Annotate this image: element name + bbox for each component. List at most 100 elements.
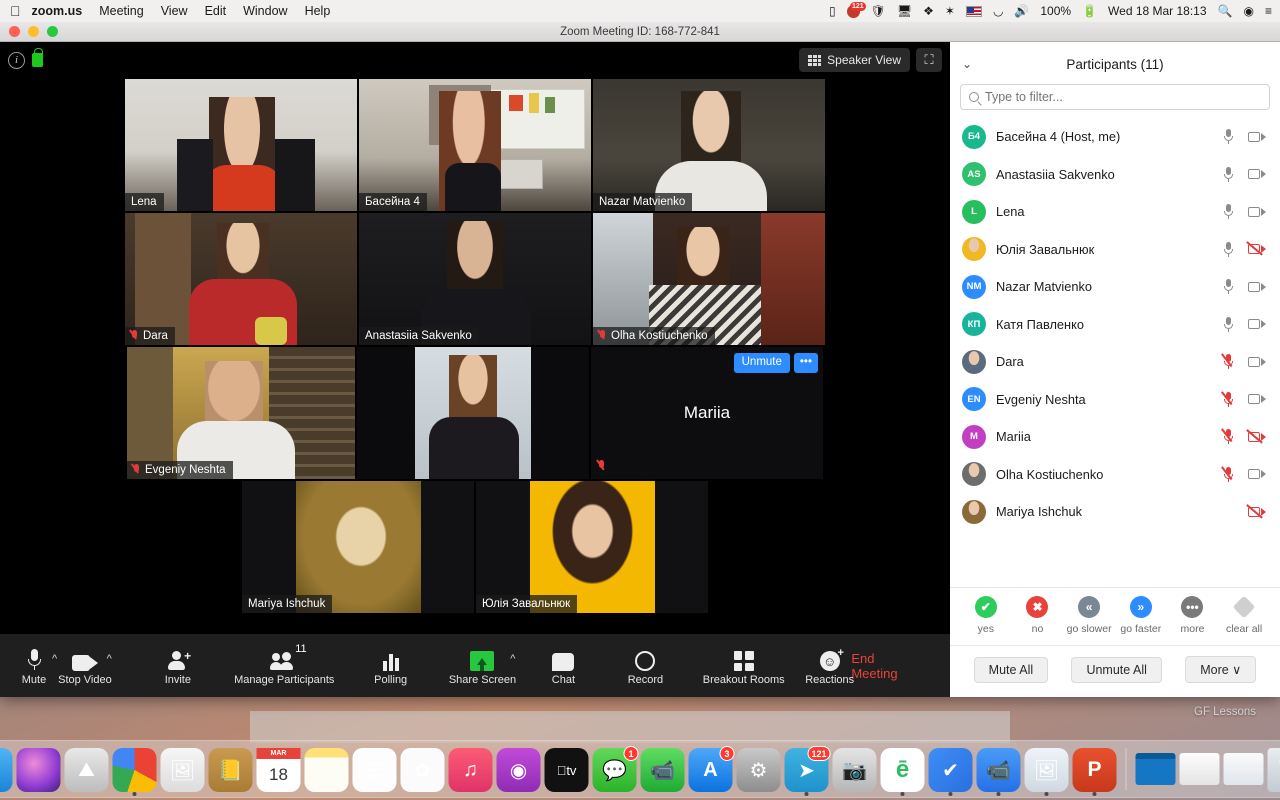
- dock-icon-zoom[interactable]: 📹: [976, 748, 1021, 796]
- camera-icon[interactable]: [1248, 131, 1266, 143]
- menu-item-meeting[interactable]: Meeting: [99, 4, 143, 18]
- end-meeting-button[interactable]: End Meeting: [851, 651, 936, 681]
- dock-icon-photos[interactable]: ✿: [400, 748, 445, 792]
- camera-icon[interactable]: [1248, 206, 1266, 218]
- dock-icon-system-preferences[interactable]: ⚙: [736, 748, 781, 792]
- dock-icon-todoist[interactable]: ✔: [928, 748, 973, 796]
- bluetooth-icon[interactable]: ✶: [945, 4, 955, 18]
- dock-icon-telegram[interactable]: ➤ 121: [784, 746, 831, 796]
- record-toolbar-button[interactable]: Record: [625, 645, 665, 686]
- mic-icon[interactable]: [1223, 279, 1234, 295]
- dock-icon-facetime[interactable]: 📹: [640, 748, 685, 792]
- apple-logo-icon[interactable]: : [10, 4, 21, 18]
- wifi-icon[interactable]: ◡: [993, 4, 1003, 18]
- participant-row[interactable]: NM Nazar Matvienko: [950, 268, 1280, 306]
- shield-icon[interactable]: 🛡: [871, 4, 886, 18]
- breakout-rooms-toolbar-button[interactable]: Breakout Rooms: [703, 645, 785, 686]
- camera-icon[interactable]: [1248, 318, 1266, 330]
- muted-mic-icon[interactable]: [1223, 354, 1234, 370]
- mute-all-button[interactable]: Mute All: [973, 656, 1049, 683]
- dock-icon-chrome[interactable]: [112, 748, 157, 796]
- evernote-menu-icon[interactable]: ❖: [923, 4, 934, 18]
- mic-icon[interactable]: [1223, 129, 1234, 145]
- menu-item-edit[interactable]: Edit: [205, 4, 227, 18]
- participant-row[interactable]: Dara: [950, 343, 1280, 381]
- control-center-icon[interactable]: ≡: [1265, 4, 1272, 18]
- battery-icon[interactable]: 🔋: [1082, 4, 1097, 18]
- video-tile[interactable]: Dara: [125, 213, 357, 345]
- dock-icon-reminders[interactable]: ☰: [352, 748, 397, 792]
- meeting-info-icon[interactable]: i: [8, 51, 25, 69]
- participant-row[interactable]: Б4 Басейна 4 (Host, me): [950, 118, 1280, 156]
- camera-icon[interactable]: [1248, 168, 1266, 180]
- participant-row[interactable]: EN Evgeniy Neshta: [950, 381, 1280, 419]
- camera-icon[interactable]: [1248, 281, 1266, 293]
- menu-item-zoomus[interactable]: zoom.us: [32, 4, 83, 18]
- minimized-window-2[interactable]: [1179, 752, 1220, 785]
- participant-row[interactable]: L Lena: [950, 193, 1280, 231]
- panel-more-button[interactable]: More ∨: [1185, 656, 1257, 683]
- dock-icon-apple-tv[interactable]: tv: [544, 748, 589, 792]
- mic-icon[interactable]: [1223, 241, 1234, 257]
- camera-icon[interactable]: [1248, 393, 1266, 405]
- reaction-yes[interactable]: ✔ yes: [961, 596, 1011, 635]
- muted-mic-icon[interactable]: [1223, 429, 1234, 445]
- video-tile[interactable]: Nazar Matvienko: [593, 79, 825, 211]
- menu-item-window[interactable]: Window: [243, 4, 287, 18]
- dock-icon-app-store[interactable]: A3: [688, 746, 735, 792]
- participant-filter-box[interactable]: [960, 84, 1270, 110]
- telegram-menu-icon[interactable]: 121: [846, 1, 866, 18]
- video-tile-active-speaker[interactable]: Басейна 4: [359, 79, 591, 211]
- video-tile[interactable]: Lena: [125, 79, 357, 211]
- dock-icon-preview-2[interactable]: 🖼: [1024, 748, 1069, 796]
- share-screen-toolbar-button[interactable]: Share Screen: [449, 645, 516, 686]
- menu-item-help[interactable]: Help: [305, 4, 331, 18]
- video-tile-name-only[interactable]: Mariia Unmute •••: [591, 347, 823, 479]
- reaction-no[interactable]: ✖ no: [1012, 596, 1062, 635]
- camera-off-icon[interactable]: [1248, 243, 1266, 255]
- tile-more-button[interactable]: •••: [793, 353, 818, 373]
- mute-toolbar-button[interactable]: Mute: [14, 645, 54, 686]
- muted-mic-icon[interactable]: [1223, 391, 1234, 407]
- display-icon[interactable]: 🖥: [897, 4, 912, 18]
- invite-toolbar-button[interactable]: + Invite: [158, 645, 198, 686]
- unmute-all-button[interactable]: Unmute All: [1071, 656, 1162, 683]
- reaction-more[interactable]: ••• more: [1167, 596, 1217, 635]
- participant-row[interactable]: AS Anastasiia Sakvenko: [950, 156, 1280, 194]
- polling-toolbar-button[interactable]: Polling: [371, 645, 411, 686]
- reactions-toolbar-button[interactable]: ☺ + Reactions: [805, 645, 854, 686]
- dock-icon-siri[interactable]: [16, 748, 61, 792]
- dock-icon-calendar[interactable]: MAR 18: [256, 748, 301, 792]
- dock-icon-contacts[interactable]: 📒: [208, 748, 253, 792]
- screen-recording-icon[interactable]: ▯: [829, 4, 836, 18]
- fullscreen-button[interactable]: ⛶: [916, 48, 942, 72]
- spotlight-search-icon[interactable]: 🔍: [1218, 4, 1233, 18]
- video-tile[interactable]: Olha Kostiuchenko: [593, 213, 825, 345]
- stop-video-toolbar-button[interactable]: Stop Video: [58, 645, 112, 686]
- reaction-clear-all[interactable]: clear all: [1219, 595, 1269, 635]
- unmute-button[interactable]: Unmute: [733, 353, 790, 373]
- mic-icon[interactable]: [1223, 166, 1234, 182]
- dock-icon-launchpad[interactable]: ⛰: [64, 748, 109, 792]
- reaction-go-slower[interactable]: « go slower: [1064, 596, 1114, 635]
- camera-off-icon[interactable]: [1248, 431, 1266, 443]
- dock-icon-music[interactable]: ♫: [448, 748, 493, 792]
- encryption-lock-icon[interactable]: [32, 48, 43, 67]
- participants-list[interactable]: Б4 Басейна 4 (Host, me) AS Anastasiia Sakve…: [950, 118, 1280, 587]
- camera-icon[interactable]: [1248, 468, 1266, 480]
- dock-icon-trash[interactable]: 🗑: [1267, 748, 1280, 792]
- video-tile[interactable]: Anastasiia Sakvenko: [359, 213, 591, 345]
- volume-icon[interactable]: 🔊: [1014, 4, 1029, 18]
- dock-icon-messages[interactable]: 💬 1: [592, 746, 639, 792]
- participant-row[interactable]: M Mariia: [950, 418, 1280, 456]
- video-tile-photo[interactable]: Mariya Ishchuk: [242, 481, 474, 613]
- dock-icon-preview[interactable]: 🖼: [160, 748, 205, 792]
- dock-icon-notes[interactable]: [304, 748, 349, 792]
- dock-icon-podcasts[interactable]: ◉: [496, 748, 541, 792]
- filter-input[interactable]: [985, 90, 1261, 104]
- participant-row[interactable]: Olha Kostiuchenko: [950, 456, 1280, 494]
- menu-item-view[interactable]: View: [161, 4, 188, 18]
- dock-icon-evernote[interactable]: ē: [880, 748, 925, 796]
- reaction-go-faster[interactable]: » go faster: [1116, 596, 1166, 635]
- participant-row[interactable]: КП Катя Павленко: [950, 306, 1280, 344]
